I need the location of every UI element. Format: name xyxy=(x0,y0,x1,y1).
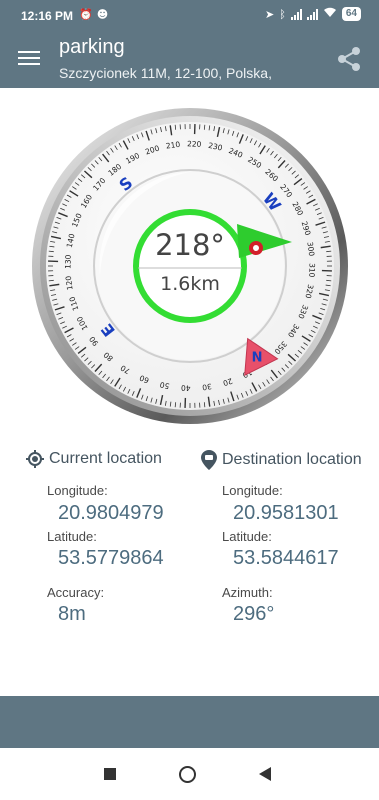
distance-value: 1.6km xyxy=(160,273,220,295)
svg-text:N: N xyxy=(252,351,263,366)
current-location-header: Current location xyxy=(26,450,162,468)
current-longitude-value: 20.9804979 xyxy=(58,502,164,524)
svg-text:310: 310 xyxy=(307,263,317,278)
destination-location-header: Destination location xyxy=(201,450,362,470)
location-arrow-icon: ➤ xyxy=(265,7,275,21)
current-location-title: Current location xyxy=(49,450,162,467)
destination-latitude-label: Latitude: xyxy=(222,529,272,544)
back-button[interactable] xyxy=(259,767,271,781)
alarm-icon: ⏰ xyxy=(79,8,93,21)
signal-icon-2 xyxy=(306,8,318,20)
accuracy-label: Accuracy: xyxy=(47,585,105,600)
status-bar: 12:16 PM ⏰ ☻ ➤ ᛒ 64 xyxy=(0,0,379,30)
compass-dial: 0102030405060708090100110120130140150160… xyxy=(32,108,348,424)
current-longitude-label: Longitude: xyxy=(47,483,108,498)
battery-icon: 64 xyxy=(341,7,361,21)
accuracy-value: 8m xyxy=(58,603,86,625)
status-time: 12:16 PM xyxy=(21,9,74,23)
destination-latitude-value: 53.5844617 xyxy=(233,547,339,569)
recent-apps-button[interactable] xyxy=(104,768,116,780)
azimuth-label: Azimuth: xyxy=(222,585,273,600)
hamburger-menu-icon[interactable] xyxy=(18,49,40,67)
signal-icon xyxy=(290,8,302,20)
destination-longitude-label: Longitude: xyxy=(222,483,283,498)
bottom-banner xyxy=(0,696,379,748)
app-bar: parking Szczycionek 11M, 12-100, Polska, xyxy=(0,30,379,88)
wifi-icon xyxy=(323,7,337,21)
home-button[interactable] xyxy=(179,766,196,783)
svg-text:220: 220 xyxy=(187,139,202,149)
destination-longitude-value: 20.9581301 xyxy=(233,502,339,524)
bluetooth-icon: ᛒ xyxy=(279,7,286,21)
current-latitude-label: Latitude: xyxy=(47,529,97,544)
page-title: parking xyxy=(59,36,125,58)
share-icon[interactable] xyxy=(335,45,363,73)
current-latitude-value: 53.5779864 xyxy=(58,547,164,569)
address-subtitle: Szczycionek 11M, 12-100, Polska, xyxy=(59,65,272,81)
svg-text:130: 130 xyxy=(63,254,73,269)
svg-text:40: 40 xyxy=(181,383,191,392)
destination-location-title: Destination location xyxy=(222,451,362,468)
destination-pin-icon xyxy=(201,450,217,470)
azimuth-value: 296° xyxy=(233,603,275,625)
bearing-value: 218° xyxy=(155,228,225,262)
messenger-icon: ☻ xyxy=(96,8,109,21)
svg-text:30: 30 xyxy=(201,382,212,392)
my-location-icon xyxy=(26,450,44,468)
